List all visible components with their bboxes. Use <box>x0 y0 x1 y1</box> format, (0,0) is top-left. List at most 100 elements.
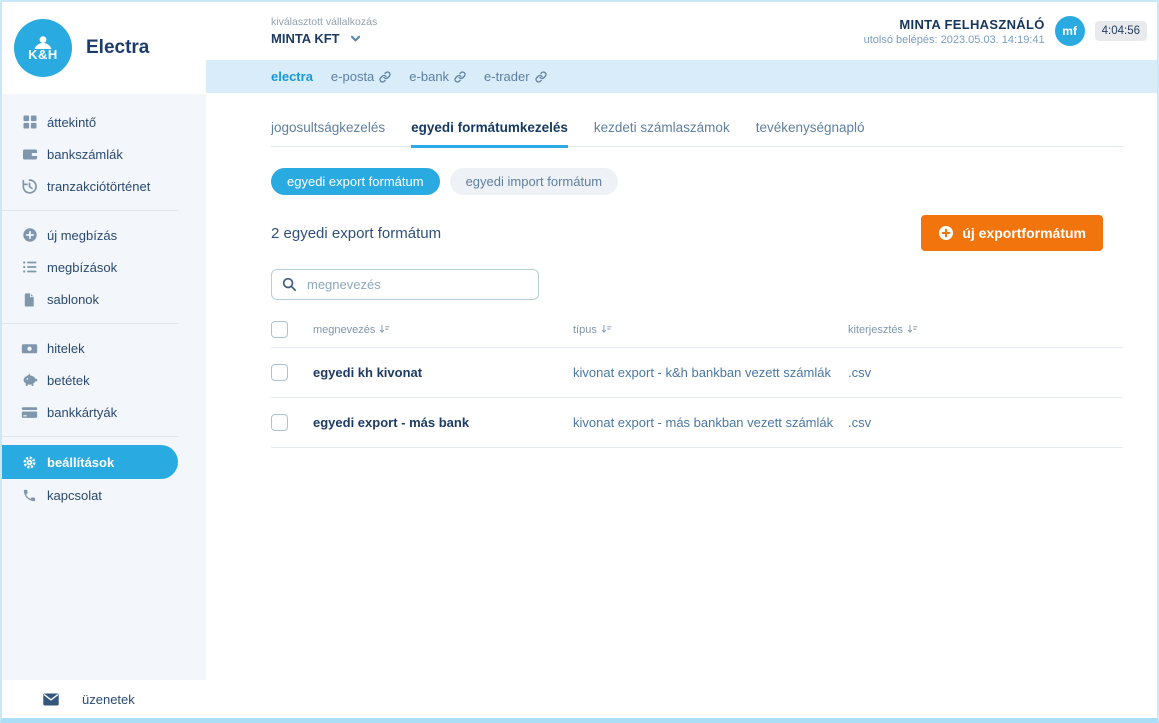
sidebar-divider <box>2 323 178 324</box>
avatar[interactable]: mf <box>1055 16 1085 46</box>
nav-item-e-posta[interactable]: e-posta <box>331 69 391 84</box>
row-name: egyedi kh kivonat <box>313 365 573 380</box>
sort-icon <box>379 324 390 335</box>
sidebar-item-label: új megbízás <box>47 228 117 243</box>
search-icon <box>282 277 297 292</box>
plus-circle-icon <box>21 227 38 244</box>
row-extension: .csv <box>848 365 1123 380</box>
column-header-tipus[interactable]: típus <box>573 324 848 336</box>
grid-icon <box>21 114 38 131</box>
sidebar-item-hitelek[interactable]: hitelek <box>2 332 206 364</box>
user-info: MINTA FELHASZNÁLÓ utolsó belépés: 2023.0… <box>864 16 1147 46</box>
sidebar-item-uj-megbizas[interactable]: új megbízás <box>2 219 206 251</box>
gear-icon <box>21 454 38 471</box>
plus-circle-icon <box>938 225 954 241</box>
nav-item-label: e-trader <box>484 69 530 84</box>
pill-egyedi-export-formatum[interactable]: egyedi export formátum <box>271 168 440 195</box>
document-icon <box>21 291 38 308</box>
search-box <box>271 269 539 300</box>
sidebar-item-betetek[interactable]: betétek <box>2 364 206 396</box>
company-selector[interactable]: kiválasztott vállalkozás MINTA KFT <box>271 16 377 46</box>
tab-tevekenysegnaplo[interactable]: tevékenységnapló <box>756 120 865 146</box>
nav-item-e-bank[interactable]: e-bank <box>409 69 466 84</box>
tab-kezdeti-szamlaszamok[interactable]: kezdeti számlaszámok <box>594 120 730 146</box>
app-name: Electra <box>86 37 149 59</box>
banknote-icon <box>21 340 38 357</box>
list-icon <box>21 259 38 276</box>
left-panel: K&H Electra áttekintő bankszámlák <box>2 2 206 680</box>
company-name: MINTA KFT <box>271 31 340 46</box>
right-panel: kiválasztott vállalkozás MINTA KFT MINTA… <box>206 2 1157 680</box>
envelope-icon <box>42 692 60 707</box>
sidebar-item-label: kapcsolat <box>47 488 102 503</box>
sidebar-divider <box>2 436 178 437</box>
tab-egyedi-formatumkezeles[interactable]: egyedi formátumkezelés <box>411 120 568 148</box>
chevron-down-icon <box>350 35 361 43</box>
kh-logo-circle: K&H <box>14 19 72 77</box>
brand-logo[interactable]: K&H Electra <box>2 2 206 94</box>
company-selector-label: kiválasztott vállalkozás <box>271 16 377 28</box>
sidebar-item-label: hitelek <box>47 341 85 356</box>
link-icon <box>535 71 547 83</box>
topbar: kiválasztott vállalkozás MINTA KFT MINTA… <box>206 2 1157 60</box>
select-all-checkbox[interactable] <box>271 321 288 338</box>
sidebar-item-label: betétek <box>47 373 90 388</box>
column-header-megnevezes[interactable]: megnevezés <box>313 324 573 336</box>
sidebar-item-tranzakciotortenet[interactable]: tranzakciótörténet <box>2 170 206 202</box>
sidebar-item-label: megbízások <box>47 260 117 275</box>
kh-logo-text: K&H <box>28 48 58 61</box>
sidebar-item-label: beállítások <box>47 455 114 470</box>
nav-item-e-trader[interactable]: e-trader <box>484 69 547 84</box>
link-icon <box>454 71 466 83</box>
row-checkbox[interactable] <box>271 414 288 431</box>
sidebar-item-attekinto[interactable]: áttekintő <box>2 106 206 138</box>
export-format-table: megnevezés típus kiterjesz <box>271 312 1123 448</box>
sidebar-item-megbizasok[interactable]: megbízások <box>2 251 206 283</box>
sidebar-item-bankszamlak[interactable]: bankszámlák <box>2 138 206 170</box>
nav-item-label: e-bank <box>409 69 449 84</box>
bottom-bar: üzenetek <box>2 680 1157 718</box>
piggy-bank-icon <box>21 372 38 389</box>
table-header-row: megnevezés típus kiterjesz <box>271 312 1123 347</box>
new-export-format-button[interactable]: új exportformátum <box>921 215 1103 251</box>
sidebar-item-label: áttekintő <box>47 115 96 130</box>
sidebar-item-label: bankkártyák <box>47 405 117 420</box>
nav-item-label: electra <box>271 69 313 84</box>
sidebar-item-bankkartyak[interactable]: bankkártyák <box>2 396 206 428</box>
person-icon <box>30 36 56 48</box>
bottom-item-label: üzenetek <box>82 692 135 707</box>
count-row: 2 egyedi export formátum új exportformát… <box>271 215 1123 251</box>
format-type-toggle: egyedi export formátum egyedi import for… <box>271 168 1123 195</box>
session-timer: 4:04:56 <box>1095 21 1147 41</box>
app-switcher: electra e-posta e-bank e-trader <box>206 60 1157 93</box>
sidebar-item-kapcsolat[interactable]: kapcsolat <box>2 479 206 511</box>
sidebar-item-sablonok[interactable]: sablonok <box>2 283 206 315</box>
column-header-kiterjesztes[interactable]: kiterjesztés <box>848 324 1123 336</box>
row-type: kivonat export - más bankban vezett szám… <box>573 415 848 430</box>
user-text: MINTA FELHASZNÁLÓ utolsó belépés: 2023.0… <box>864 17 1045 46</box>
nav-item-label: e-posta <box>331 69 374 84</box>
result-count: 2 egyedi export formátum <box>271 225 441 242</box>
table-row[interactable]: egyedi kh kivonat kivonat export - k&h b… <box>271 347 1123 397</box>
search-input[interactable] <box>305 276 528 293</box>
row-name: egyedi export - más bank <box>313 415 573 430</box>
credit-card-icon <box>21 404 38 421</box>
sidebar-item-beallitasok[interactable]: beállítások <box>2 445 178 479</box>
sidebar-item-label: tranzakciótörténet <box>47 179 150 194</box>
wallet-icon <box>21 146 38 163</box>
sort-icon <box>907 324 918 335</box>
pill-egyedi-import-formatum[interactable]: egyedi import formátum <box>450 168 619 195</box>
nav-item-electra[interactable]: electra <box>271 69 313 84</box>
settings-tabs: jogosultságkezelés egyedi formátumkezelé… <box>271 120 1123 147</box>
table-row[interactable]: egyedi export - más bank kivonat export … <box>271 397 1123 448</box>
content-area: jogosultságkezelés egyedi formátumkezelé… <box>206 93 1157 680</box>
row-checkbox[interactable] <box>271 364 288 381</box>
main-layout: K&H Electra áttekintő bankszámlák <box>2 2 1157 680</box>
history-icon <box>21 178 38 195</box>
sidebar-item-label: bankszámlák <box>47 147 123 162</box>
last-login: utolsó belépés: 2023.05.03. 14:19:41 <box>864 34 1045 46</box>
sidebar: áttekintő bankszámlák tranzakciótörténet <box>2 94 206 680</box>
row-type: kivonat export - k&h bankban vezett szám… <box>573 365 848 380</box>
tab-jogosultsagkezeles[interactable]: jogosultságkezelés <box>271 120 385 146</box>
bottom-item-uzenetek[interactable]: üzenetek <box>42 692 135 707</box>
